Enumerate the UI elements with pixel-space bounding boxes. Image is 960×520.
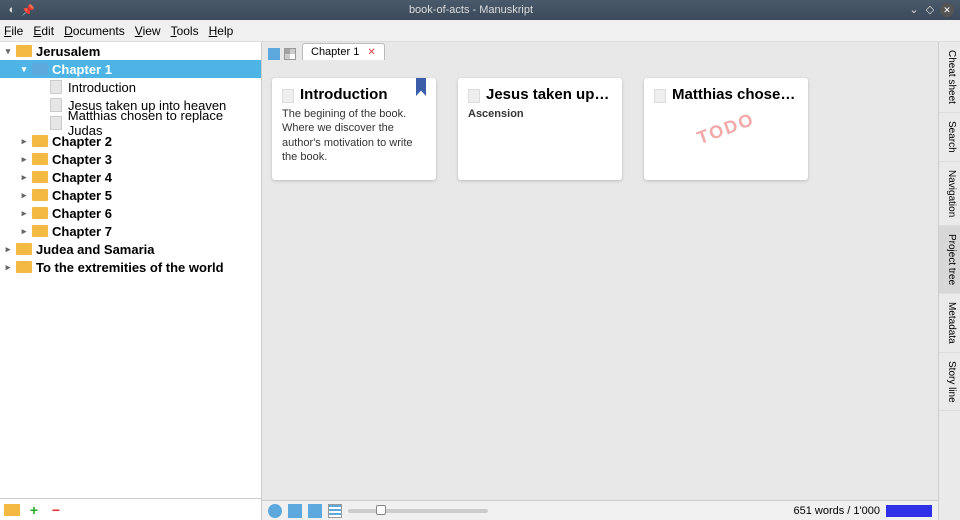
pin-icon[interactable]: 📌 (22, 4, 34, 16)
document-icon (50, 80, 62, 94)
tab-bar: Chapter 1 ✕ (262, 42, 938, 60)
folder-icon (32, 153, 48, 165)
chevron-right-icon[interactable]: ▸ (18, 154, 30, 165)
card-body: The begining of the book. Where we disco… (282, 107, 426, 164)
document-icon (50, 98, 62, 112)
remove-button[interactable]: − (48, 502, 64, 518)
folder-icon (32, 171, 48, 183)
card-title: Introduction (300, 86, 426, 103)
minimize-icon[interactable]: ⌄ (908, 3, 920, 15)
card-matthias[interactable]: Matthias chosen t… TODO (644, 78, 808, 180)
panel-tab-cheatsheet[interactable]: Cheat sheet (939, 42, 960, 113)
view-single-icon[interactable] (288, 504, 302, 518)
folder-icon (16, 243, 32, 255)
chevron-right-icon[interactable]: ▸ (2, 244, 14, 255)
word-count: 651 words / 1'000 (794, 505, 881, 517)
sidebar-toolbar: + − (0, 498, 261, 520)
document-icon (468, 89, 480, 103)
grid-view-icon[interactable] (284, 48, 296, 60)
menu-tools[interactable]: Tools (171, 24, 199, 38)
slider-thumb[interactable] (376, 505, 386, 515)
cards-area: Introduction The begining of the book. W… (262, 60, 938, 500)
project-tree: ▾Jerusalem ▾Chapter 1 Introduction Jesus… (0, 42, 261, 498)
todo-stamp: TODO (694, 109, 757, 149)
folder-icon (32, 135, 48, 147)
status-bar: 651 words / 1'000 (262, 500, 938, 520)
chevron-down-icon[interactable]: ▾ (2, 46, 14, 57)
chevron-right-icon[interactable]: ▸ (18, 226, 30, 237)
panel-tab-navigation[interactable]: Navigation (939, 162, 960, 226)
chevron-down-icon[interactable]: ▾ (18, 64, 30, 75)
tree-folder-chapter4[interactable]: ▸Chapter 4 (0, 168, 261, 186)
view-list-icon[interactable] (328, 504, 342, 518)
tree-doc-matthias[interactable]: Matthias chosen to replace Judas (0, 114, 261, 132)
sidebar: ▾Jerusalem ▾Chapter 1 Introduction Jesus… (0, 42, 262, 520)
document-icon (282, 89, 294, 103)
tree-folder-extremities[interactable]: ▸To the extremities of the world (0, 258, 261, 276)
app-icon: ◐ (6, 4, 18, 16)
folder-icon (16, 45, 32, 57)
tree-doc-introduction[interactable]: Introduction (0, 78, 261, 96)
tree-folder-chapter5[interactable]: ▸Chapter 5 (0, 186, 261, 204)
document-icon (50, 116, 62, 130)
menu-help[interactable]: Help (209, 24, 234, 38)
card-body: Ascension (468, 107, 612, 121)
chevron-right-icon[interactable]: ▸ (2, 262, 14, 273)
tab-label: Chapter 1 (311, 46, 359, 58)
add-button[interactable]: + (26, 502, 42, 518)
menu-edit[interactable]: Edit (33, 24, 54, 38)
menubar: File Edit Documents View Tools Help (0, 20, 960, 42)
card-jesus[interactable]: Jesus taken up int… Ascension (458, 78, 622, 180)
progress-bar (886, 505, 932, 517)
close-icon[interactable]: ✕ (940, 3, 954, 17)
tree-folder-judea[interactable]: ▸Judea and Samaria (0, 240, 261, 258)
tree-folder-chapter6[interactable]: ▸Chapter 6 (0, 204, 261, 222)
view-grid-icon[interactable] (308, 504, 322, 518)
folder-icon (32, 189, 48, 201)
card-title: Matthias chosen t… (672, 86, 798, 103)
card-title: Jesus taken up int… (486, 86, 612, 103)
menu-view[interactable]: View (135, 24, 161, 38)
folder-icon (32, 225, 48, 237)
folder-icon (16, 261, 32, 273)
tree-folder-chapter1[interactable]: ▾Chapter 1 (0, 60, 261, 78)
panel-tab-project-tree[interactable]: Project tree (939, 226, 960, 294)
folder-icon (32, 207, 48, 219)
tab-close-icon[interactable]: ✕ (367, 47, 375, 58)
panel-tab-search[interactable]: Search (939, 113, 960, 162)
new-folder-button[interactable] (4, 502, 20, 518)
menu-documents[interactable]: Documents (64, 24, 125, 38)
chevron-right-icon[interactable]: ▸ (18, 172, 30, 183)
panel-tab-storyline[interactable]: Story line (939, 353, 960, 412)
menu-file[interactable]: File (4, 24, 23, 38)
right-panel: Cheat sheet Search Navigation Project tr… (938, 42, 960, 520)
document-icon (654, 89, 666, 103)
folder-icon (4, 504, 20, 516)
chevron-right-icon[interactable]: ▸ (18, 136, 30, 147)
chevron-right-icon[interactable]: ▸ (18, 208, 30, 219)
tree-folder-chapter7[interactable]: ▸Chapter 7 (0, 222, 261, 240)
titlebar: ◐ 📌 book-of-acts - Manuskript ⌄ ◇ ✕ (0, 0, 960, 20)
window-title: book-of-acts - Manuskript (40, 4, 902, 16)
view-mode-icon[interactable] (268, 48, 280, 60)
maximize-icon[interactable]: ◇ (924, 3, 936, 15)
chevron-right-icon[interactable]: ▸ (18, 190, 30, 201)
panel-tab-metadata[interactable]: Metadata (939, 294, 960, 353)
folder-icon (32, 63, 48, 75)
zoom-slider[interactable] (348, 509, 488, 513)
tree-folder-chapter3[interactable]: ▸Chapter 3 (0, 150, 261, 168)
tab-chapter1[interactable]: Chapter 1 ✕ (302, 43, 385, 60)
up-icon[interactable] (268, 504, 282, 518)
card-introduction[interactable]: Introduction The begining of the book. W… (272, 78, 436, 180)
content-area: Chapter 1 ✕ Introduction The begining of… (262, 42, 938, 520)
tree-folder-jerusalem[interactable]: ▾Jerusalem (0, 42, 261, 60)
